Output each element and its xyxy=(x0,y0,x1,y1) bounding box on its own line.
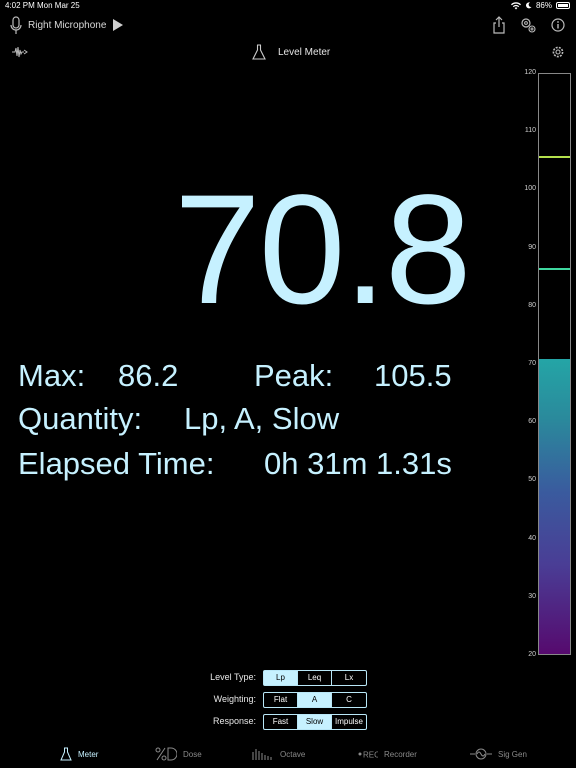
elapsed-row: Elapsed Time: 0h 31m 1.31s xyxy=(18,448,452,479)
peak-value: 105.5 xyxy=(374,358,452,393)
level-type-label: Level Type: xyxy=(210,672,256,682)
battery-percent: 86% xyxy=(535,1,552,10)
level-type-option[interactable]: Lx xyxy=(332,671,366,685)
svg-text:REC: REC xyxy=(363,751,378,760)
meter-tick-label: 20 xyxy=(528,651,536,658)
flask-icon xyxy=(252,44,266,60)
input-source-label[interactable]: Right Microphone xyxy=(28,20,106,31)
level-readout: 70.8 xyxy=(174,163,472,337)
level-type-option[interactable]: Lp xyxy=(264,671,298,685)
meter-tick-label: 60 xyxy=(528,418,536,426)
top-toolbar: Right Microphone xyxy=(0,14,576,38)
response-selector: Fast Slow Impulse xyxy=(263,714,367,730)
meter-tick-label: 100 xyxy=(524,185,536,193)
weighting-option[interactable]: A xyxy=(298,693,332,707)
tab-recorder[interactable]: REC Recorder xyxy=(358,744,417,764)
octave-bars-icon xyxy=(252,749,272,760)
tab-label: Recorder xyxy=(384,749,417,759)
moon-icon xyxy=(525,2,532,9)
screen-title: Level Meter xyxy=(278,47,331,58)
battery-icon xyxy=(556,2,570,9)
tab-dose[interactable]: Dose xyxy=(155,744,202,764)
weighting-option[interactable]: Flat xyxy=(264,693,298,707)
meter-tick-label: 40 xyxy=(528,534,536,542)
weighting-option[interactable]: C xyxy=(332,693,366,707)
tab-octave[interactable]: Octave xyxy=(252,744,305,764)
wifi-icon xyxy=(510,1,521,9)
settings-gear-icon[interactable] xyxy=(551,45,565,59)
level-meter-bar xyxy=(538,73,571,655)
response-option[interactable]: Fast xyxy=(264,715,298,729)
percent-dose-icon xyxy=(155,747,177,761)
meter-tick-label: 120 xyxy=(524,69,536,76)
level-type-option[interactable]: Leq xyxy=(298,671,332,685)
status-date: Mon Mar 25 xyxy=(37,1,80,10)
meter-tick-label: 70 xyxy=(528,360,536,367)
tab-label: Sig Gen xyxy=(498,749,527,759)
peak-label: Peak: xyxy=(254,358,334,393)
quantity-label: Quantity: xyxy=(18,401,143,436)
meter-tick-label: 110 xyxy=(524,127,536,135)
microphone-icon[interactable] xyxy=(10,16,22,36)
meter-tick-label: 30 xyxy=(528,592,536,600)
meter-tick-label: 50 xyxy=(528,476,536,484)
tab-meter[interactable]: Meter xyxy=(60,744,98,764)
meter-tick-label: 80 xyxy=(528,301,536,309)
nav-bar: Level Meter xyxy=(0,42,576,64)
meter-tick-label: 90 xyxy=(528,243,536,251)
tab-sig-gen[interactable]: Sig Gen xyxy=(470,744,527,764)
elapsed-value: 0h 31m 1.31s xyxy=(264,446,452,481)
level-type-selector: Lp Leq Lx xyxy=(263,670,367,686)
level-type-row: Level Type: Lp Leq Lx xyxy=(0,670,576,686)
response-option[interactable]: Impulse xyxy=(332,715,366,729)
bottom-tab-bar: Meter Dose Octave REC Recorder Sig Gen xyxy=(0,744,576,764)
response-option[interactable]: Slow xyxy=(298,715,332,729)
quantity-row: Quantity: Lp, A, Slow xyxy=(18,403,339,434)
tab-label: Dose xyxy=(183,749,202,759)
max-label: Max: xyxy=(18,358,86,393)
flask-icon xyxy=(60,747,72,761)
share-icon[interactable] xyxy=(492,16,506,34)
rec-icon: REC xyxy=(358,751,378,760)
sine-wave-icon xyxy=(470,748,492,760)
info-icon[interactable] xyxy=(551,18,565,32)
waveform-icon[interactable] xyxy=(11,45,29,59)
quantity-value: Lp, A, Slow xyxy=(184,401,340,436)
weighting-label: Weighting: xyxy=(213,694,256,704)
max-peak-row: Max: 86.2 Peak: 105.5 xyxy=(18,360,452,391)
max-marker xyxy=(539,268,570,271)
level-meter-fill xyxy=(539,359,570,654)
max-value: 86.2 xyxy=(118,358,179,393)
status-time: 4:02 PM xyxy=(5,1,35,10)
weighting-row: Weighting: Flat A C xyxy=(0,692,576,708)
gears-icon[interactable] xyxy=(519,16,537,34)
peak-marker xyxy=(539,156,570,159)
elapsed-label: Elapsed Time: xyxy=(18,446,215,481)
status-bar: 4:02 PM Mon Mar 25 86% xyxy=(0,0,576,12)
response-row: Response: Fast Slow Impulse xyxy=(0,714,576,730)
play-icon[interactable] xyxy=(112,18,124,32)
tab-label: Meter xyxy=(78,749,99,759)
status-right: 86% xyxy=(510,1,570,10)
tab-label: Octave xyxy=(280,749,306,759)
response-label: Response: xyxy=(212,716,256,726)
weighting-selector: Flat A C xyxy=(263,692,367,708)
